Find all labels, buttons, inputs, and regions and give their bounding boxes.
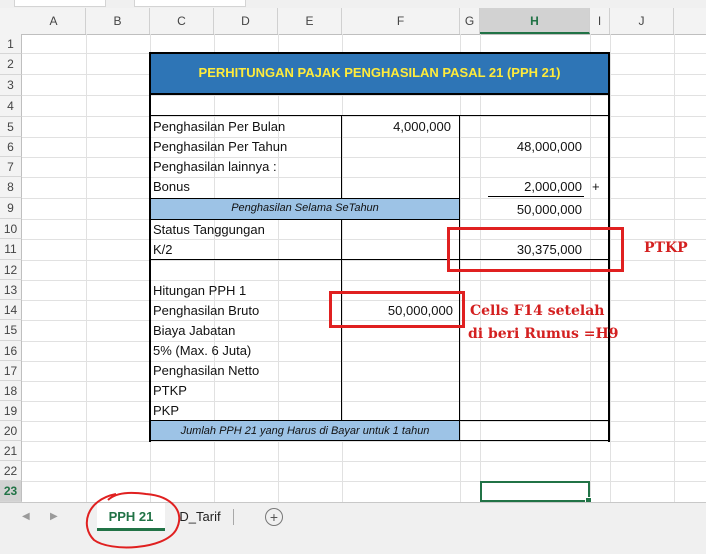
column-header-i[interactable]: I (590, 8, 610, 34)
table-border (149, 52, 610, 54)
label-pph-calc: Hitungan PPH 1 (153, 283, 247, 298)
cell-h8[interactable]: 2,000,000 (480, 179, 582, 194)
label-monthly-income: Penghasilan Per Bulan (153, 119, 286, 134)
label-yearly-income: Penghasilan Per Tahun (153, 139, 288, 154)
table-border (149, 440, 610, 441)
label-other-income: Penghasilan lainnya : (153, 159, 277, 174)
grid-line (22, 157, 706, 158)
table-border (149, 115, 610, 116)
row-header-9[interactable]: 9 (0, 198, 22, 219)
f14-highlight-box (329, 291, 465, 328)
table-border (149, 420, 610, 421)
row-header-6[interactable]: 6 (0, 137, 22, 157)
cell-h6[interactable]: 48,000,000 (480, 139, 582, 154)
name-box-edge[interactable] (14, 0, 106, 7)
label-status-k2: K/2 (153, 242, 173, 257)
sum-underline (488, 196, 584, 197)
row-header-7[interactable]: 7 (0, 157, 22, 177)
column-header-j[interactable]: J (610, 8, 674, 34)
label-total-income: Penghasilan Selama SeTahun (231, 202, 379, 214)
row-header-15[interactable]: 15 (0, 320, 22, 341)
table-border (149, 198, 460, 199)
grid-line (22, 381, 706, 382)
label-pkp: PKP (153, 403, 180, 418)
row-header-19[interactable]: 19 (0, 401, 22, 421)
formula-input-edge[interactable] (134, 0, 246, 7)
label-bonus: Bonus (153, 179, 190, 194)
add-sheet-icon[interactable]: + (265, 508, 283, 526)
grid-line (22, 361, 706, 362)
column-header-e[interactable]: E (278, 8, 342, 34)
label-gross-income: Penghasilan Bruto (153, 303, 260, 318)
scroll-tabs-left-icon[interactable]: ◀ (22, 511, 30, 522)
column-header-d[interactable]: D (214, 8, 278, 34)
grid-line (22, 137, 706, 138)
label-position-cost-rate: 5% (Max. 6 Juta) (153, 343, 252, 358)
row-header-11[interactable]: 11 (0, 239, 22, 260)
row-header-21[interactable]: 21 (0, 441, 22, 461)
annotation-note-line1: Cells F14 setelah (470, 303, 605, 319)
row-header-1[interactable]: 1 (0, 34, 22, 54)
column-header-c[interactable]: C (150, 8, 214, 34)
grid-line (22, 95, 706, 96)
table-border (149, 93, 610, 95)
row-header-23[interactable]: 23 (0, 481, 22, 502)
cell-h9[interactable]: 50,000,000 (480, 202, 582, 217)
row-header-3[interactable]: 3 (0, 75, 22, 96)
annotation-ptkp: PTKP (644, 240, 688, 256)
table-border (149, 52, 151, 442)
grid-line (22, 481, 706, 482)
label-ptkp: PTKP (153, 383, 187, 398)
column-header-b[interactable]: B (86, 8, 150, 34)
row-header-10[interactable]: 10 (0, 219, 22, 239)
grid-line (22, 461, 706, 462)
label-position-cost: Biaya Jabatan (153, 323, 236, 338)
annotation-note-line2: di beri Rumus =H9 (468, 326, 619, 342)
hand-drawn-circle (85, 491, 181, 549)
cell-f5[interactable]: 4,000,000 (342, 119, 451, 134)
grid-line (86, 34, 87, 502)
row-header-20[interactable]: 20 (0, 421, 22, 441)
label-dependents: Status Tanggungan (153, 222, 265, 237)
column-header-h[interactable]: H (480, 8, 590, 34)
row-header-22[interactable]: 22 (0, 461, 22, 481)
grid-line (674, 34, 675, 502)
row-header-8[interactable]: 8 (0, 177, 22, 198)
row-header-13[interactable]: 13 (0, 280, 22, 300)
row-header-14[interactable]: 14 (0, 300, 22, 320)
cell-i8-plus[interactable]: + (592, 179, 600, 194)
row-header-18[interactable]: 18 (0, 381, 22, 401)
column-header-a[interactable]: A (22, 8, 86, 34)
column-header-bar: A B C D E F G H I J (0, 8, 706, 35)
ptkp-highlight-box (447, 227, 624, 272)
row-header-4[interactable]: 4 (0, 96, 22, 117)
sheet-title: PERHITUNGAN PAJAK PENGHASILAN PASAL 21 (… (150, 53, 609, 93)
row-header-5[interactable]: 5 (0, 117, 22, 137)
tab-separator (233, 509, 234, 525)
row-header-16[interactable]: 16 (0, 341, 22, 361)
table-border (149, 219, 460, 220)
column-header-f[interactable]: F (342, 8, 460, 34)
label-net-income: Penghasilan Netto (153, 363, 260, 378)
grid-line (22, 441, 706, 442)
grid-line (22, 116, 706, 117)
table-border (459, 115, 460, 440)
label-pph-total: Jumlah PPH 21 yang Harus di Bayar untuk … (180, 425, 430, 437)
grid-line (22, 177, 706, 178)
grid-line (22, 401, 706, 402)
column-header-g[interactable]: G (460, 8, 480, 34)
row-header-17[interactable]: 17 (0, 361, 22, 381)
grid-line (22, 280, 706, 281)
row-header-2[interactable]: 2 (0, 54, 22, 75)
scroll-tabs-right-icon[interactable]: ▶ (50, 511, 58, 522)
row-header-12[interactable]: 12 (0, 260, 22, 280)
selected-cell-h23[interactable] (480, 481, 592, 504)
